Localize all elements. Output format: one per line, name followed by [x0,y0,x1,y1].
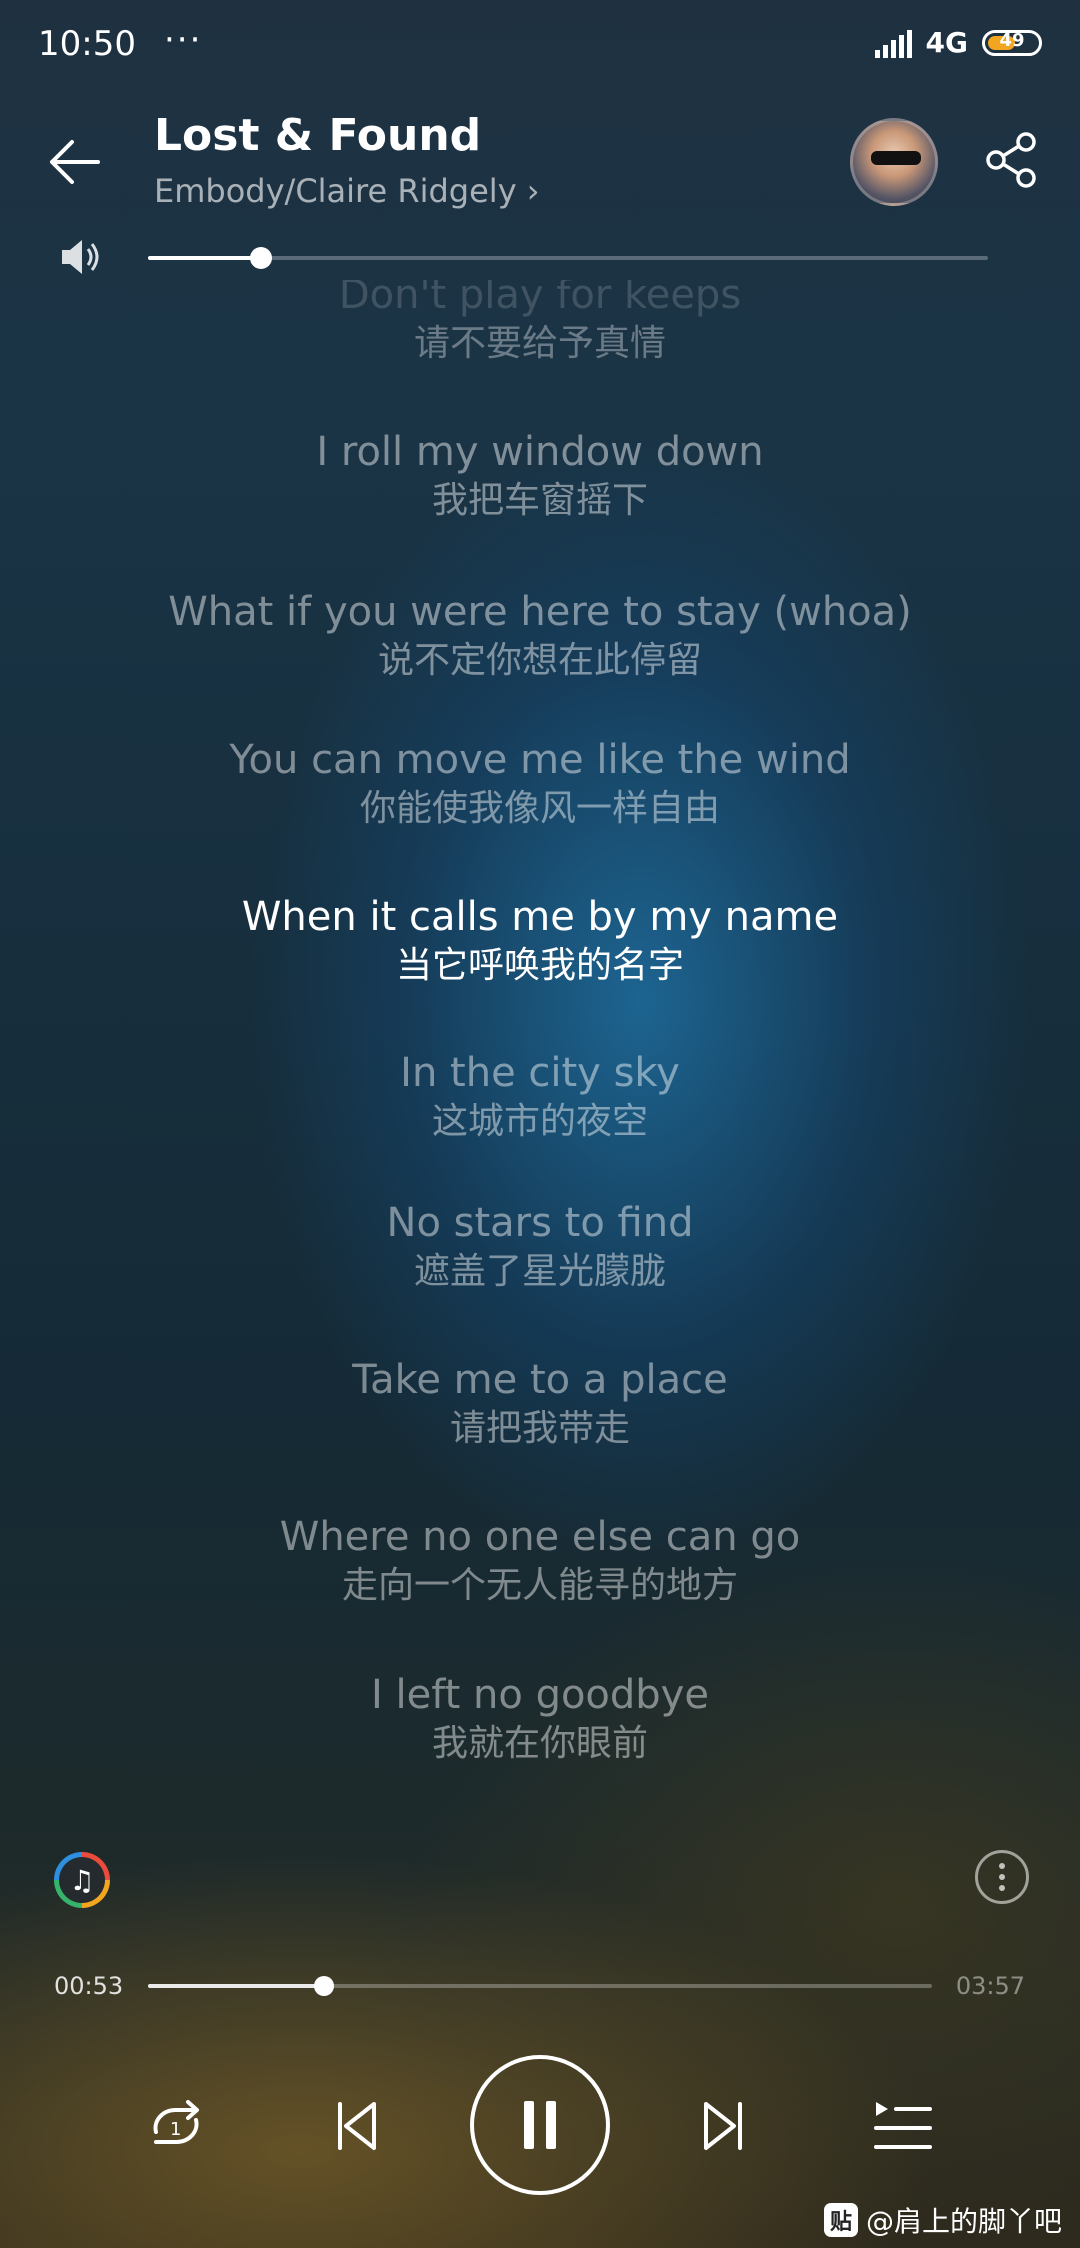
lyric-line[interactable]: I roll my window down 我把车窗摇下 [0,427,1080,525]
sound-effect-icon: ♫ [59,1857,105,1903]
artist-name: Embody/Claire Ridgely [154,172,517,210]
share-icon [986,132,1036,188]
lyric-english: You can move me like the wind [229,737,851,783]
tieba-logo: 贴 [823,2203,858,2237]
previous-icon [338,2102,376,2150]
lyric-line[interactable]: In the city sky 这城市的夜空 [0,1048,1080,1146]
back-button[interactable] [44,132,104,192]
progress-handle[interactable] [313,1976,334,1996]
status-indicators: 4G 49 [874,26,1042,59]
lyric-chinese: 我把车窗摇下 [431,480,648,521]
lyric-chinese: 我就在你眼前 [431,1723,648,1764]
chevron-right-icon: › [526,172,540,210]
artist-link[interactable]: Embody/Claire Ridgely › [154,172,540,210]
repeat-one-icon: 1 [153,2100,199,2145]
lyric-line[interactable]: Where no one else can go 走向一个无人能寻的地方 [0,1512,1080,1610]
lyric-english: What if you were here to stay (whoa) [168,589,912,635]
progress-fill [148,1984,324,1988]
lyric-chinese: 请不要给予真情 [413,323,666,364]
signal-icon [874,28,912,58]
network-type: 4G [925,26,968,59]
volume-slider[interactable] [148,247,988,269]
lyric-english: Where no one else can go [279,1514,801,1560]
repeat-one-button[interactable]: 1 [140,2090,212,2162]
battery-icon: 49 [982,29,1042,56]
lyric-chinese: 说不定你想在此停留 [377,640,702,681]
previous-button[interactable] [320,2090,392,2162]
lyric-chinese: 这城市的夜空 [431,1101,648,1142]
battery-level: 49 [999,29,1025,51]
volume-icon[interactable] [58,234,104,280]
lyric-english: In the city sky [400,1050,680,1096]
lyric-chinese: 走向一个无人能寻的地方 [341,1565,738,1606]
pause-button[interactable] [470,2055,610,2195]
lyric-english: Take me to a place [352,1357,728,1403]
lyric-english: I left no goodbye [371,1672,709,1718]
lyric-chinese: 遮盖了星光朦胧 [413,1251,666,1292]
lyric-chinese: 请把我带走 [449,1408,630,1449]
lyric-line[interactable]: No stars to find 遮盖了星光朦胧 [0,1198,1080,1296]
total-time: 03:57 [955,1972,1025,2000]
lyric-line[interactable]: What if you were here to stay (whoa) 说不定你… [0,587,1080,685]
lyric-line[interactable]: Take me to a place 请把我带走 [0,1355,1080,1453]
pause-icon [524,2101,556,2149]
lyric-english: Don't play for keeps [338,280,742,318]
more-options-button[interactable] [975,1850,1029,1904]
watermark-text: @肩上的脚丫吧 [865,2205,1062,2238]
next-icon [704,2102,742,2150]
progress-bar[interactable] [148,1976,932,1996]
lyric-english: No stars to find [386,1200,694,1246]
next-button[interactable] [688,2090,760,2162]
lyrics-panel[interactable]: Don't play for keeps 请不要给予真情 I roll my win… [0,280,1080,1780]
notification-dots: ··· [164,20,203,60]
song-title: Lost & Found [154,110,482,161]
volume-slider-fill [148,256,262,260]
lyric-line[interactable]: Don't play for keeps 请不要给予真情 [0,280,1080,368]
lyric-line[interactable]: I left no goodbye 我就在你眼前 [0,1670,1080,1768]
playlist-button[interactable] [866,2090,938,2162]
lyric-english: I roll my window down [316,429,764,475]
playlist-icon [874,2102,932,2149]
status-time: 10:50 [38,24,136,64]
current-time: 00:53 [54,1972,124,2000]
share-button[interactable] [980,128,1044,192]
watermark: 贴 @肩上的脚丫吧 [823,2200,1062,2240]
avatar[interactable] [850,118,938,206]
lyric-line[interactable]: You can move me like the wind 你能使我像风一样自由 [0,735,1080,833]
svg-text:1: 1 [170,2119,181,2140]
lyric-line-current[interactable]: When it calls me by my name 当它呼唤我的名字 [0,892,1080,990]
back-arrow-icon [50,140,100,184]
volume-slider-handle[interactable] [250,247,273,269]
sound-effect-button[interactable]: ♫ [54,1852,110,1908]
lyric-chinese: 你能使我像风一样自由 [359,788,720,829]
lyric-chinese: 当它呼唤我的名字 [395,945,684,986]
lyric-english: When it calls me by my name [241,894,839,940]
